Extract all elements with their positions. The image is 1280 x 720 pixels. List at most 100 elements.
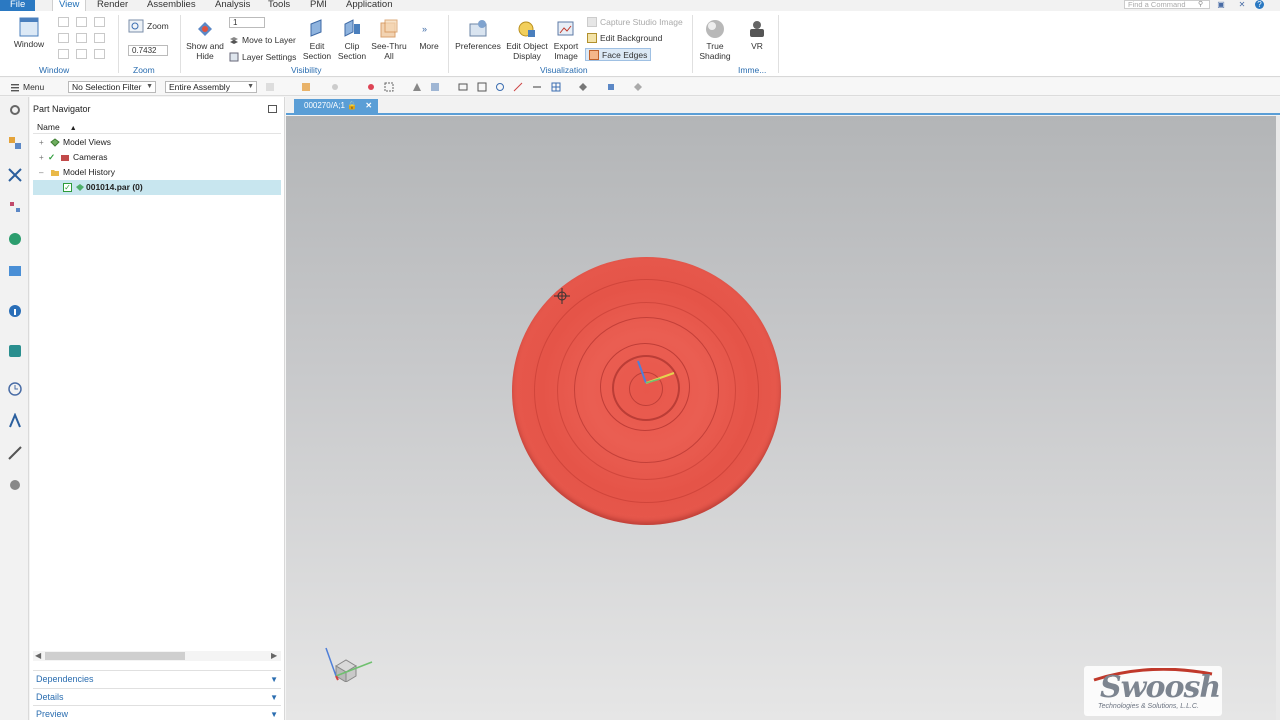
scrollbar-thumb[interactable] <box>45 652 185 660</box>
tile-layout-icon[interactable] <box>94 33 105 43</box>
edit-object-display-button[interactable]: Edit Object Display <box>504 18 550 61</box>
vr-headset-icon <box>750 21 764 37</box>
horizontal-scrollbar[interactable]: ◀ ▶ <box>33 651 281 661</box>
tab-view[interactable]: View <box>52 0 87 11</box>
tile-layout-icon[interactable] <box>76 33 87 43</box>
more-visibility-button[interactable]: » More <box>414 18 444 52</box>
view-orient-icon[interactable] <box>412 82 422 92</box>
grid-icon[interactable] <box>551 82 561 92</box>
graphics-viewport[interactable] <box>286 116 1276 720</box>
see-thru-all-button[interactable]: See-Thru All <box>369 18 409 61</box>
tile-layout-icon[interactable] <box>76 17 87 27</box>
zoom-button[interactable]: Zoom <box>128 19 169 32</box>
view-cube-icon[interactable] <box>606 82 616 92</box>
constraint-icon[interactable] <box>7 167 23 183</box>
zoom-area-icon[interactable] <box>458 82 468 92</box>
snap-icon[interactable] <box>265 82 275 92</box>
move-to-layer-button[interactable]: Move to Layer <box>229 33 296 46</box>
measure-icon[interactable] <box>532 82 542 92</box>
close-tab-icon[interactable]: ✕ <box>365 101 372 110</box>
export-image-button[interactable]: Export Image <box>550 18 582 61</box>
window-group-label: Window <box>39 65 70 75</box>
expand-icon[interactable]: + <box>39 150 44 165</box>
viewport-scrollbar[interactable] <box>1276 116 1280 720</box>
restore-window-icon[interactable]: ▣ <box>1215 0 1227 9</box>
tree-row-cameras[interactable]: + ✓ Cameras <box>33 150 281 165</box>
help-icon[interactable]: ? <box>1255 0 1264 9</box>
check-icon[interactable]: ✓ <box>48 150 55 165</box>
web-browser-icon[interactable] <box>7 231 23 247</box>
preferences-button[interactable]: Preferences <box>455 18 501 52</box>
face-edges-toggle[interactable]: Face Edges <box>585 48 652 61</box>
analysis-icon[interactable] <box>7 413 23 429</box>
pan-icon[interactable] <box>477 82 487 92</box>
tile-layout-icon[interactable] <box>94 17 105 27</box>
rotate-icon[interactable] <box>495 82 505 92</box>
assembly-navigator-icon[interactable] <box>7 199 23 215</box>
tile-layout-icon[interactable] <box>58 33 69 43</box>
background-icon <box>587 32 597 43</box>
part-navigator-icon[interactable] <box>7 135 23 151</box>
scroll-left-icon[interactable]: ◀ <box>35 651 41 660</box>
sketch-view-icon[interactable] <box>513 82 523 92</box>
zoom-value-field[interactable]: 0.7432 <box>128 45 168 56</box>
tile-layout-icon[interactable] <box>76 49 87 59</box>
window-button[interactable]: Window <box>10 16 48 50</box>
select-type-icon[interactable] <box>301 82 311 92</box>
clip-section-button[interactable]: Clip Section <box>335 18 369 61</box>
face-edges-label: Face Edges <box>602 49 648 60</box>
tree-row-model-history[interactable]: – Model History <box>33 165 281 180</box>
assembly-scope-dropdown[interactable]: Entire Assembly ▼ <box>165 81 257 93</box>
tools-icon[interactable] <box>7 445 23 461</box>
select-point-icon[interactable] <box>330 82 340 92</box>
maximize-panel-icon[interactable] <box>268 105 277 113</box>
layer-settings-button[interactable]: Layer Settings <box>229 50 296 63</box>
expand-icon[interactable]: + <box>39 135 44 150</box>
tree-row-model-views[interactable]: + Model Views <box>33 135 281 150</box>
name-column-header[interactable]: Name ▲ <box>33 121 281 134</box>
edit-background-button[interactable]: Edit Background <box>587 31 662 44</box>
document-tab[interactable]: 000270/A;1 🔒 ✕ <box>294 99 379 113</box>
ribbon: Window Window Zoom 0.7432 Zoom Show and … <box>0 11 1280 77</box>
tile-layout-icon[interactable] <box>94 49 105 59</box>
search-icon[interactable]: ⚲ <box>1198 0 1206 8</box>
layer-icon <box>230 36 238 44</box>
true-shading-button[interactable]: True Shading <box>697 18 733 61</box>
view-orientation-triad-icon[interactable] <box>318 638 378 682</box>
dependencies-pane[interactable]: Dependencies ▼ <box>33 670 281 687</box>
visibility-checkbox[interactable]: ✓ <box>63 183 72 192</box>
close-window-icon[interactable]: ✕ <box>1236 0 1248 9</box>
clock-icon[interactable] <box>7 381 23 397</box>
show-and-hide-button[interactable]: Show and Hide <box>186 18 224 61</box>
tab-pmi[interactable]: PMI <box>304 0 333 11</box>
history-palette-icon[interactable] <box>7 263 23 279</box>
select-face-icon[interactable] <box>366 82 376 92</box>
collapse-icon[interactable]: – <box>39 165 43 180</box>
scroll-right-icon[interactable]: ▶ <box>271 651 277 660</box>
box-select-icon[interactable] <box>384 82 394 92</box>
tree-row-part-file[interactable]: ✓ 001014.par (0) <box>33 180 281 195</box>
info-icon[interactable] <box>7 303 23 319</box>
fit-view-icon[interactable] <box>430 82 440 92</box>
selection-filter-dropdown[interactable]: No Selection Filter ▼ <box>68 81 156 93</box>
manufacturing-icon[interactable] <box>7 477 23 493</box>
preview-pane[interactable]: Preview ▼ <box>33 705 281 720</box>
edit-section-button[interactable]: Edit Section <box>300 18 334 61</box>
tab-analysis[interactable]: Analysis <box>209 0 256 11</box>
shading-icon[interactable] <box>578 82 588 92</box>
gear-icon[interactable] <box>7 102 23 118</box>
render-mode-icon[interactable] <box>633 82 643 92</box>
vr-button[interactable]: VR <box>742 18 772 52</box>
layer-combo[interactable]: 1 <box>229 17 265 28</box>
capture-studio-image-button[interactable]: Capture Studio Image <box>587 15 683 28</box>
tab-assemblies[interactable]: Assemblies <box>141 0 202 11</box>
tab-application[interactable]: Application <box>340 0 398 11</box>
tab-render[interactable]: Render <box>91 0 134 11</box>
tile-layout-icon[interactable] <box>58 49 69 59</box>
tile-layout-icon[interactable] <box>58 17 69 27</box>
tab-tools[interactable]: Tools <box>262 0 296 11</box>
menu-button[interactable]: Menu <box>10 80 44 93</box>
reuse-library-icon[interactable] <box>7 343 23 359</box>
tab-file[interactable]: File <box>0 0 36 11</box>
details-pane[interactable]: Details ▼ <box>33 688 281 705</box>
